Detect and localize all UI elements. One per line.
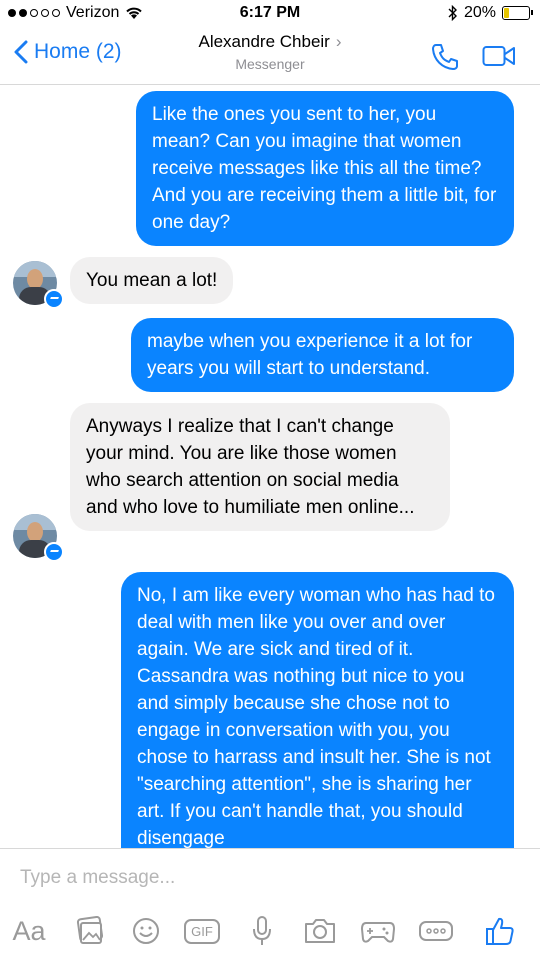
message-bubble-incoming[interactable]: You mean a lot! <box>70 257 234 304</box>
battery-fill <box>504 8 509 18</box>
status-bar: Verizon 6:17 PM 20% <box>0 0 540 26</box>
message-bubble-outgoing[interactable]: maybe when you experience it a lot for y… <box>131 318 514 392</box>
like-icon[interactable] <box>478 911 522 951</box>
chevron-right-icon: › <box>335 32 342 51</box>
message-bubble-outgoing[interactable]: No, I am like every woman who has had to… <box>121 572 514 848</box>
message-bubble-incoming[interactable]: Anyways I realize that I can't change yo… <box>70 403 450 531</box>
messenger-badge-icon <box>44 289 64 309</box>
photo-icon[interactable] <box>70 911 110 951</box>
composer: Type a message... Aa GIF <box>0 848 540 961</box>
composer-toolbar: Aa GIF <box>0 911 540 951</box>
battery-group: 20% <box>448 4 533 22</box>
message-input[interactable]: Type a message... <box>20 867 175 889</box>
phone-icon[interactable] <box>430 42 460 72</box>
more-icon[interactable] <box>414 911 458 951</box>
gif-label: GIF <box>184 918 220 944</box>
conversation-header: Home (2) Alexandre Chbeir › Messenger <box>0 26 540 85</box>
gif-icon[interactable]: GIF <box>180 911 224 951</box>
camera-icon[interactable] <box>300 911 340 951</box>
battery-percent: 20% <box>463 4 496 21</box>
aa-button[interactable]: Aa <box>8 911 50 951</box>
microphone-icon[interactable] <box>244 911 280 951</box>
bluetooth-icon <box>448 5 457 21</box>
emoji-icon[interactable] <box>126 911 166 951</box>
game-icon[interactable] <box>356 911 400 951</box>
video-icon[interactable] <box>482 44 516 68</box>
message-bubble-outgoing[interactable]: Like the ones you sent to her, you mean?… <box>136 91 514 246</box>
contact-name: Alexandre Chbeir <box>198 32 330 51</box>
battery-icon <box>502 6 533 20</box>
messenger-badge-icon <box>44 542 64 562</box>
